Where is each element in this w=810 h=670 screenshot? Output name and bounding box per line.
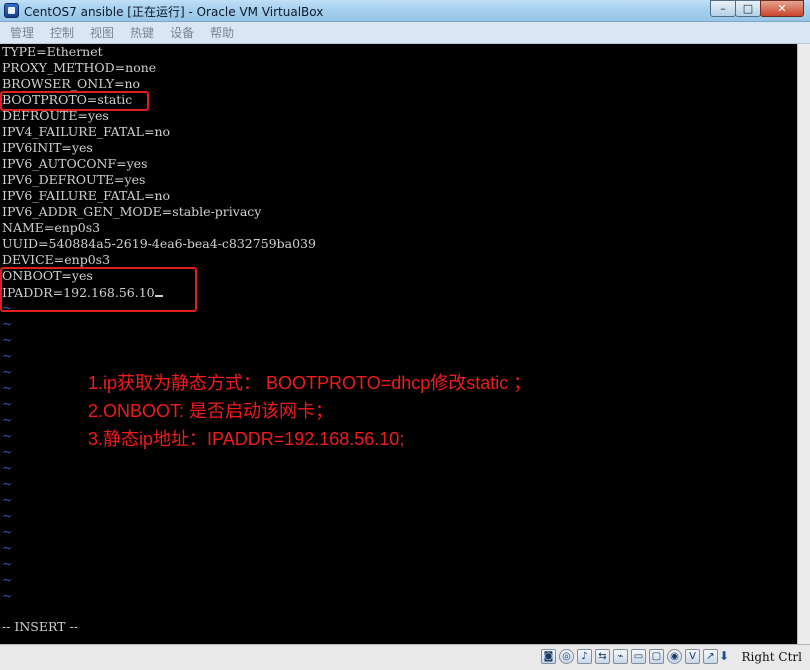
virtualization-icon[interactable]: V (685, 649, 700, 664)
config-line: IPV6INIT=yes (2, 140, 93, 155)
config-line: ONBOOT=yes (2, 268, 93, 283)
empty-line-tilde: ~ (2, 556, 13, 571)
empty-line-tilde: ~ (2, 380, 13, 395)
config-line: NAME=enp0s3 (2, 220, 101, 235)
empty-line-tilde: ~ (2, 316, 13, 331)
config-line: BROWSER_ONLY=no (2, 76, 141, 91)
config-line: IPV6_ADDR_GEN_MODE=stable-privacy (2, 204, 262, 219)
empty-line-tilde: ~ (2, 364, 13, 379)
config-line: IPV6_DEFROUTE=yes (2, 172, 146, 187)
empty-line-tilde: ~ (2, 508, 13, 523)
config-line: PROXY_METHOD=none (2, 60, 157, 75)
config-line: IPADDR=192.168.56.10 (2, 284, 163, 300)
config-line: DEFROUTE=yes (2, 108, 109, 123)
empty-line-tilde: ~ (2, 412, 13, 427)
menu-help[interactable]: 帮助 (202, 24, 242, 41)
title-bar: CentOS7 ansible [正在运行] - Oracle VM Virtu… (0, 0, 810, 22)
optical-drive-icon[interactable]: ◎ (559, 649, 574, 664)
menu-control[interactable]: 控制 (42, 24, 82, 41)
empty-line-tilde: ~ (2, 588, 13, 603)
video-capture-icon[interactable]: ◉ (667, 649, 682, 664)
menu-hotkeys[interactable]: 热键 (122, 24, 162, 41)
virtualbox-app-icon (4, 3, 19, 18)
menu-view[interactable]: 视图 (82, 24, 122, 41)
display-icon[interactable]: ▢ (649, 649, 664, 664)
annotation-line: 1.ip获取为静态方式： BOOTPROTO=dhcp修改static ； (88, 373, 532, 393)
usb-icon[interactable]: ⌁ (613, 649, 628, 664)
config-line: IPV6_AUTOCONF=yes (2, 156, 148, 171)
empty-line-tilde: ~ (2, 476, 13, 491)
audio-icon[interactable]: ♪ (577, 649, 592, 664)
device-status-icons: ◙ ◎ ♪ ⇆ ⌁ ▭ ▢ ◉ V ↗ (541, 649, 718, 664)
empty-line-tilde: ~ (2, 348, 13, 363)
config-line: DEVICE=enp0s3 (2, 252, 111, 267)
minimize-button[interactable]: – (710, 0, 736, 17)
annotation-line: 2.ONBOOT: 是否启动该网卡； (88, 401, 334, 421)
empty-line-tilde: ~ (2, 460, 13, 475)
annotation-line: 3.静态ip地址：IPADDR=192.168.56.10; (88, 429, 405, 449)
menu-manage[interactable]: 管理 (0, 24, 42, 41)
text-cursor (154, 284, 163, 297)
close-button[interactable]: ✕ (760, 0, 804, 17)
vim-mode-indicator: -- INSERT -- (2, 619, 78, 634)
empty-line-tilde: ~ (2, 396, 13, 411)
mouse-integration-icon[interactable]: ↗ (703, 649, 718, 664)
config-line: IPV6_FAILURE_FATAL=no (2, 188, 171, 203)
status-bar: ◙ ◎ ♪ ⇆ ⌁ ▭ ▢ ◉ V ↗ ⬇ Right Ctrl (0, 644, 810, 670)
empty-line-tilde: ~ (2, 332, 13, 347)
config-line: UUID=540884a5-2619-4ea6-bea4-c832759ba03… (2, 236, 316, 251)
shared-folder-icon[interactable]: ▭ (631, 649, 646, 664)
host-key-arrow-icon: ⬇ (719, 649, 730, 663)
vertical-scrollbar[interactable] (797, 44, 810, 644)
empty-line-tilde: ~ (2, 540, 13, 555)
empty-line-tilde: ~ (2, 572, 13, 587)
network-icon[interactable]: ⇆ (595, 649, 610, 664)
empty-line-tilde: ~ (2, 428, 13, 443)
empty-line-tilde: ~ (2, 444, 13, 459)
menu-bar: 管理 控制 视图 热键 设备 帮助 (0, 22, 810, 44)
config-line: BOOTPROTO=static (2, 92, 133, 107)
host-key-label: Right Ctrl (741, 650, 803, 664)
maximize-button[interactable]: □ (735, 0, 761, 17)
window-controls: – □ ✕ (710, 0, 804, 18)
config-line: TYPE=Ethernet (2, 44, 103, 59)
window-title: CentOS7 ansible [正在运行] - Oracle VM Virtu… (24, 5, 324, 19)
menu-devices[interactable]: 设备 (162, 24, 202, 41)
empty-line-tilde: ~ (2, 524, 13, 539)
empty-line-tilde: ~ (2, 492, 13, 507)
vm-display[interactable]: 1.ip获取为静态方式： BOOTPROTO=dhcp修改static ； 2.… (0, 44, 797, 644)
empty-line-tilde: ~ (2, 300, 13, 315)
hard-disk-icon[interactable]: ◙ (541, 649, 556, 664)
config-line: IPV4_FAILURE_FATAL=no (2, 124, 171, 139)
